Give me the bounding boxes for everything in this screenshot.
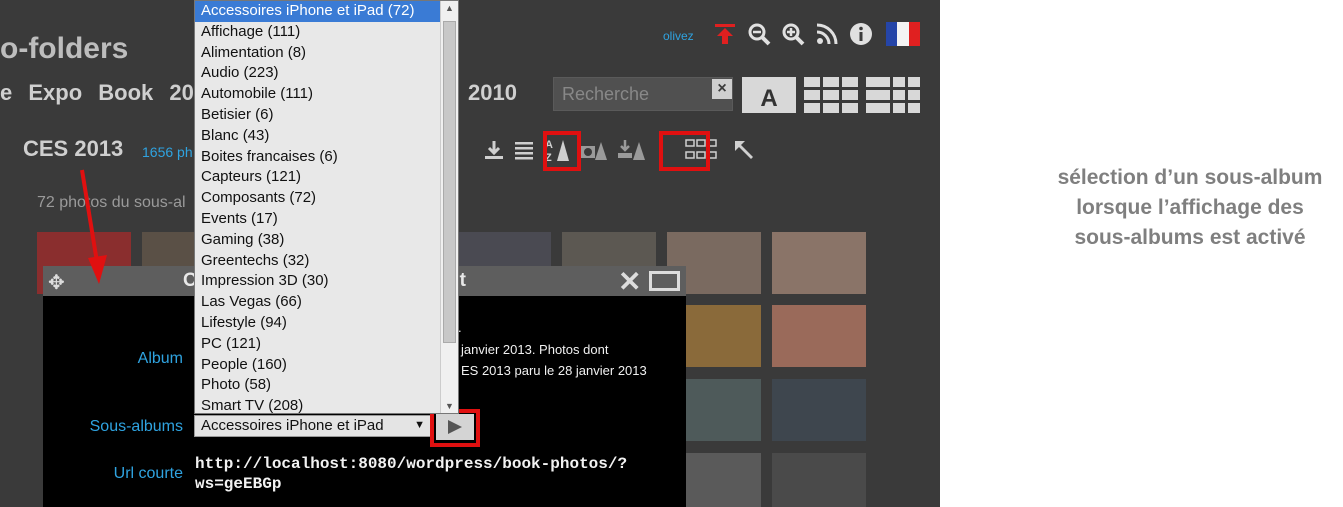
dropdown-option[interactable]: Automobile (111) [195,84,441,105]
photo-thumbnail[interactable] [772,305,866,367]
album-description-line: ES 2013 paru le 28 janvier 2013 [461,363,647,378]
sort-alpha-highlight [543,131,581,171]
clear-search-button[interactable]: × [712,79,732,99]
dropdown-option[interactable]: Gaming (38) [195,230,441,251]
dropdown-option[interactable]: Capteurs (121) [195,167,441,188]
dropdown-option[interactable]: Affichage (111) [195,22,441,43]
album-photo-count: 1656 ph [142,144,193,160]
album-description-line: janvier 2013. Photos dont [461,342,609,357]
zoom-out-icon[interactable] [746,20,772,48]
dropdown-option[interactable]: Photo (58) [195,375,441,396]
upload-icon[interactable] [712,20,738,48]
dropdown-option[interactable]: PC (121) [195,334,441,355]
go-button-highlight [430,409,480,447]
zoom-in-icon[interactable] [780,20,806,48]
photo-thumbnail[interactable] [772,232,866,294]
download-icon[interactable] [482,136,506,164]
dropdown-option[interactable]: Greentechs (32) [195,251,441,272]
menu-item[interactable]: e [0,80,12,105]
info-icon[interactable] [848,20,874,48]
view-mosaic-icon[interactable] [866,77,920,113]
flag-france-icon[interactable] [886,22,920,46]
dropdown-option[interactable]: People (160) [195,355,441,376]
dropdown-option[interactable]: Alimentation (8) [195,43,441,64]
scroll-up-icon[interactable]: ▲ [445,3,454,13]
subalbums-toggle-highlight [659,131,710,171]
dropdown-option[interactable]: Audio (223) [195,63,441,84]
move-icon[interactable]: ✥ [48,270,65,295]
maximize-icon[interactable] [649,271,680,291]
menu-item-year[interactable]: 20 [169,80,193,105]
menu-item-book[interactable]: Book [98,80,153,105]
dropdown-option[interactable]: Impression 3D (30) [195,271,441,292]
subalbum-dropdown-list[interactable]: Accessoires iPhone et iPad (72) Affichage… [194,0,459,414]
dropdown-option[interactable]: Las Vegas (66) [195,292,441,313]
dropdown-scrollbar[interactable]: ▲ ▼ [440,1,458,413]
album-toolbar: AZ [482,136,756,164]
app-window: o-folders e Expo Book 20 2010 olivez Rec… [0,0,940,507]
subalbum-select[interactable]: Accessoires iPhone et iPad ▼ [194,415,432,437]
photo-thumbnail[interactable] [772,453,866,507]
dropdown-option[interactable]: Betisier (6) [195,105,441,126]
subalbums-label: Sous-albums [89,418,183,435]
rss-icon[interactable] [814,20,840,48]
scrollbar-thumb[interactable] [443,21,456,343]
short-url-label: Url courte [113,465,183,482]
dropdown-option[interactable]: Boites francaises (6) [195,147,441,168]
main-menu: e Expo Book 20 [0,80,204,106]
user-link[interactable]: olivez [663,29,694,43]
dropdown-option[interactable]: Blanc (43) [195,126,441,147]
search-input[interactable]: Recherche [553,77,733,111]
dropdown-option[interactable]: Smart TV (208) [195,396,441,413]
subalbum-summary: 72 photos du sous-al [37,194,186,211]
dropdown-option[interactable]: Accessoires iPhone et iPad (72) [195,1,441,22]
sort-download-icon[interactable] [616,136,648,164]
list-icon[interactable] [512,136,536,164]
dropdown-options: Accessoires iPhone et iPad (72) Affichage… [195,1,441,413]
view-grid-icon[interactable] [804,77,858,113]
subalbum-select-value: Accessoires iPhone et iPad [201,417,384,434]
album-label: Album [137,350,183,367]
site-title: o-folders [0,32,129,65]
dropdown-option[interactable]: Composants (72) [195,188,441,209]
dropdown-option[interactable]: Lifestyle (94) [195,313,441,334]
annotation-caption: sélection d’un sous-album lorsque l’affi… [1057,166,1323,249]
view-mode-selector: A [742,77,920,113]
short-url-value[interactable]: http://localhost:8080/wordpress/book-pho… [195,454,675,494]
dropdown-option[interactable]: Events (17) [195,209,441,230]
header-icons [712,20,920,48]
album-title: CES 2013 [23,136,124,161]
view-single-icon[interactable]: A [742,77,796,113]
cursor-arrow-icon[interactable] [732,136,756,164]
menu-item-2010[interactable]: 2010 [468,80,517,106]
close-icon[interactable]: ✕ [618,265,641,298]
sort-date-icon[interactable] [578,136,610,164]
scroll-down-icon[interactable]: ▼ [445,401,454,411]
photo-thumbnail[interactable] [772,379,866,441]
menu-item-expo[interactable]: Expo [28,80,82,105]
chevron-down-icon: ▼ [414,419,425,431]
